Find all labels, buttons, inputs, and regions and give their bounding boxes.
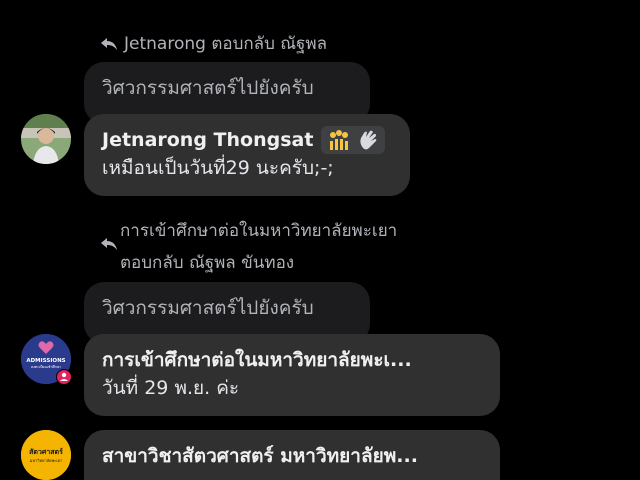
avatar-jetnarong[interactable] bbox=[21, 114, 71, 164]
sender-name-row: สาขาวิชาสัตวศาสตร์ มหาวิทยาลัยพ... bbox=[102, 442, 482, 470]
sender-name-row: การเข้าศึกษาต่อในมหาวิทยาลัยพะเ... bbox=[102, 346, 482, 374]
avatar-animal-science[interactable]: สัตวศาสตร์ มหาวิทยาลัยพะเยา bbox=[21, 430, 71, 480]
chat-thread: Jetnarong ตอบกลับ ณัฐพล วิศวกรรมศาสตร์ไป… bbox=[0, 0, 640, 480]
sender-name: สาขาวิชาสัตวศาสตร์ มหาวิทยาลัยพ... bbox=[102, 445, 418, 467]
sender-name: Jetnarong Thongsat bbox=[102, 129, 314, 151]
admin-badge-icon bbox=[56, 369, 72, 385]
animal-science-logo-icon: สัตวศาสตร์ มหาวิทยาลัยพะเยา bbox=[21, 430, 71, 480]
animal-science-label: สัตวศาสตร์ bbox=[29, 447, 63, 456]
reply-header: การเข้าศึกษาต่อในมหาวิทยาลัยพะเยา ตอบกลั… bbox=[100, 220, 397, 274]
message-bubble[interactable]: สาขาวิชาสัตวศาสตร์ มหาวิทยาลัยพ... bbox=[84, 430, 500, 480]
profile-photo-icon bbox=[21, 114, 71, 164]
animal-science-sublabel: มหาวิทยาลัยพะเยา bbox=[30, 458, 63, 463]
reply-header-text: การเข้าศึกษาต่อในมหาวิทยาลัยพะเยา bbox=[120, 221, 398, 241]
sender-name-row: Jetnarong Thongsat bbox=[102, 126, 392, 154]
reply-header: Jetnarong ตอบกลับ ณัฐพล bbox=[100, 33, 327, 55]
quoted-message-text: วิศวกรรมศาสตร์ไปยังครับ bbox=[102, 297, 314, 319]
top-fan-badge-icon[interactable] bbox=[325, 128, 351, 152]
reply-header-text: Jetnarong ตอบกลับ ณัฐพล bbox=[124, 34, 328, 54]
admissions-label: ADMISSIONS bbox=[26, 358, 65, 364]
message-bubble[interactable]: Jetnarong Thongsat เหมือนเป็นวันที่29 นะ… bbox=[84, 114, 410, 196]
message-text: เหมือนเป็นวันที่29 นะครับ;-; bbox=[102, 157, 334, 179]
reply-header-text: ตอบกลับ ณัฐพล ขันทอง bbox=[120, 253, 295, 273]
message-bubble[interactable]: การเข้าศึกษาต่อในมหาวิทยาลัยพะเ... วันที… bbox=[84, 334, 500, 416]
badge-group bbox=[321, 126, 386, 154]
sender-name: การเข้าศึกษาต่อในมหาวิทยาลัยพะเ... bbox=[102, 349, 412, 371]
message-text: วันที่ 29 พ.ย. ค่ะ bbox=[102, 377, 240, 399]
waving-hand-icon[interactable] bbox=[355, 128, 381, 152]
reply-arrow-icon bbox=[101, 38, 117, 50]
quoted-message-text: วิศวกรรมศาสตร์ไปยังครับ bbox=[102, 77, 314, 99]
reply-arrow-icon bbox=[101, 238, 117, 250]
